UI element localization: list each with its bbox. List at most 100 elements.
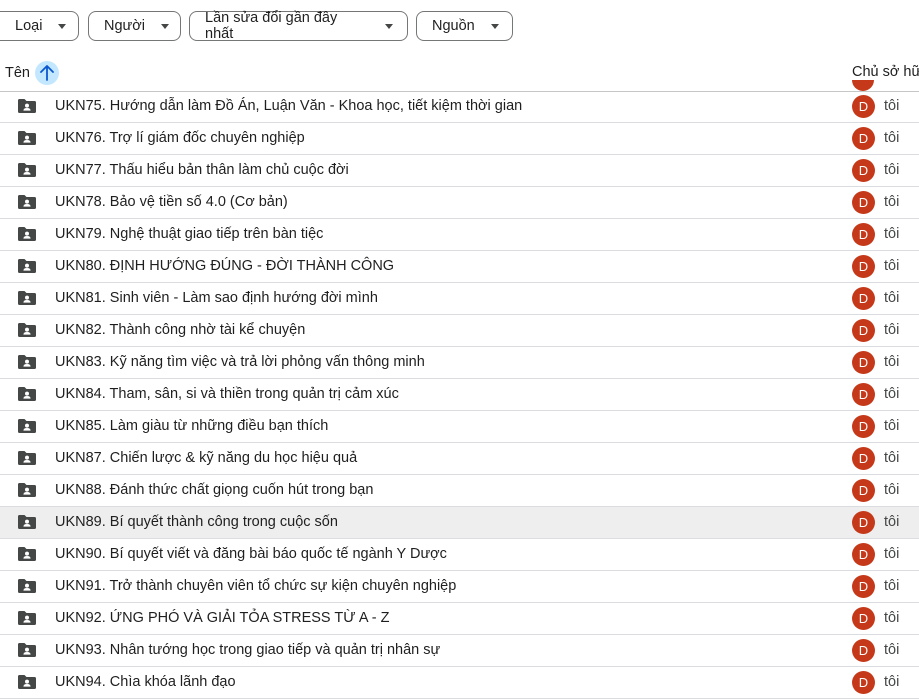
owner-name: tôi (884, 482, 900, 498)
file-name: UKN93. Nhân tướng học trong giao tiếp và… (55, 642, 441, 658)
name-column-label: Tên (5, 64, 30, 81)
shared-folder-icon (18, 451, 36, 465)
shared-folder-icon (18, 131, 36, 145)
file-name: UKN75. Hướng dẫn làm Đồ Án, Luận Văn - K… (55, 98, 523, 114)
shared-folder-icon (18, 99, 36, 113)
owner-name: tôi (884, 610, 900, 626)
owner-avatar: D (852, 543, 875, 566)
owner-name: tôi (884, 162, 900, 178)
file-row[interactable]: UKN90. Bí quyết viết và đăng bài báo quố… (0, 539, 919, 571)
shared-folder-icon (18, 675, 36, 689)
shared-folder-icon (18, 259, 36, 273)
shared-folder-icon (18, 611, 36, 625)
file-row[interactable]: UKN87. Chiến lược & kỹ năng du học hiệu … (0, 443, 919, 475)
file-name: UKN89. Bí quyết thành công trong cuộc số… (55, 514, 338, 530)
shared-folder-icon (18, 515, 36, 529)
owner-avatar: D (852, 319, 875, 342)
shared-folder-icon (18, 163, 36, 177)
file-name: UKN82. Thành công nhờ tài kể chuyện (55, 322, 306, 338)
file-row[interactable]: UKN80. ĐỊNH HƯỚNG ĐÚNG - ĐỜI THÀNH CÔNG … (0, 251, 919, 283)
filter-source-label: Nguồn (432, 18, 475, 34)
file-row[interactable]: UKN91. Trở thành chuyên viên tổ chức sự … (0, 571, 919, 603)
file-row[interactable]: UKN81. Sinh viên - Làm sao định hướng đờ… (0, 283, 919, 315)
owner-avatar: D (852, 639, 875, 662)
filter-type-chip[interactable]: Loại (0, 11, 79, 41)
owner-avatar: D (852, 255, 875, 278)
shared-folder-icon (18, 387, 36, 401)
file-name: UKN79. Nghệ thuật giao tiếp trên bàn tiệ… (55, 226, 324, 242)
owner-name: tôi (884, 450, 900, 466)
file-name: UKN81. Sinh viên - Làm sao định hướng đờ… (55, 290, 378, 306)
owner-name: tôi (884, 130, 900, 146)
file-row[interactable]: UKN94. Chìa khóa lãnh đạo D tôi (0, 667, 919, 699)
owner-name: tôi (884, 578, 900, 594)
file-row[interactable]: UKN84. Tham, sân, si và thiền trong quản… (0, 379, 919, 411)
shared-folder-icon (18, 419, 36, 433)
owner-avatar: D (852, 95, 875, 118)
filter-people-chip[interactable]: Người (88, 11, 181, 41)
sort-button[interactable] (35, 60, 59, 85)
filter-bar: Loại Người Lần sửa đổi gần đây nhất Nguồ… (0, 0, 919, 54)
owner-avatar: D (852, 383, 875, 406)
shared-folder-icon (18, 483, 36, 497)
owner-name: tôi (884, 514, 900, 530)
owner-name: tôi (884, 386, 900, 402)
file-name: UKN84. Tham, sân, si và thiền trong quản… (55, 386, 399, 402)
owner-avatar: D (852, 447, 875, 470)
file-name: UKN77. Thấu hiểu bản thân làm chủ cuộc đ… (55, 162, 349, 178)
file-row[interactable]: UKN75. Hướng dẫn làm Đồ Án, Luận Văn - K… (0, 91, 919, 123)
file-row[interactable]: UKN85. Làm giàu từ những điều bạn thích … (0, 411, 919, 443)
file-name: UKN91. Trở thành chuyên viên tổ chức sự … (55, 578, 457, 594)
avatar-scrolled-edge (852, 80, 874, 91)
dropdown-caret-icon (385, 23, 393, 29)
owner-name: tôi (884, 418, 900, 434)
arrow-up-icon (40, 64, 54, 81)
owner-avatar: D (852, 127, 875, 150)
file-row[interactable]: UKN77. Thấu hiểu bản thân làm chủ cuộc đ… (0, 155, 919, 187)
file-name: UKN80. ĐỊNH HƯỚNG ĐÚNG - ĐỜI THÀNH CÔNG (55, 258, 395, 274)
file-row[interactable]: UKN88. Đánh thức chất giọng cuốn hút tro… (0, 475, 919, 507)
filter-people-label: Người (104, 18, 145, 34)
file-name: UKN87. Chiến lược & kỹ năng du học hiệu … (55, 450, 358, 466)
filter-type-label: Loại (15, 18, 43, 34)
file-row[interactable]: UKN93. Nhân tướng học trong giao tiếp và… (0, 635, 919, 667)
owner-name: tôi (884, 354, 900, 370)
file-row[interactable]: UKN76. Trợ lí giám đốc chuyên nghiệp D t… (0, 123, 919, 155)
owner-name: tôi (884, 674, 900, 690)
shared-folder-icon (18, 355, 36, 369)
owner-avatar: D (852, 351, 875, 374)
file-row[interactable]: UKN83. Kỹ năng tìm việc và trả lời phỏng… (0, 347, 919, 379)
dropdown-caret-icon (58, 23, 67, 29)
dropdown-caret-icon (490, 23, 499, 29)
filter-modified-chip[interactable]: Lần sửa đổi gần đây nhất (189, 10, 408, 42)
file-row[interactable]: UKN92. ỨNG PHÓ VÀ GIẢI TỎA STRESS TỪ A -… (0, 603, 919, 635)
owner-avatar: D (852, 223, 875, 246)
owner-avatar: D (852, 415, 875, 438)
file-list: UKN75. Hướng dẫn làm Đồ Án, Luận Văn - K… (0, 91, 919, 699)
owner-avatar: D (852, 511, 875, 534)
owner-name: tôi (884, 194, 900, 210)
file-name: UKN76. Trợ lí giám đốc chuyên nghiệp (55, 130, 305, 146)
name-column-header[interactable]: Tên (5, 54, 59, 91)
owner-name: tôi (884, 546, 900, 562)
filter-modified-label: Lần sửa đổi gần đây nhất (205, 10, 338, 42)
file-row[interactable]: UKN82. Thành công nhờ tài kể chuyện D tô… (0, 315, 919, 347)
shared-folder-icon (18, 195, 36, 209)
file-row[interactable]: UKN78. Bảo vệ tiền số 4.0 (Cơ bản) D tôi (0, 187, 919, 219)
file-row[interactable]: UKN89. Bí quyết thành công trong cuộc số… (0, 507, 919, 539)
shared-folder-icon (18, 579, 36, 593)
dropdown-caret-icon (160, 23, 169, 29)
owner-name: tôi (884, 642, 900, 658)
file-name: UKN78. Bảo vệ tiền số 4.0 (Cơ bản) (55, 194, 288, 210)
file-name: UKN90. Bí quyết viết và đăng bài báo quố… (55, 546, 447, 562)
shared-folder-icon (18, 291, 36, 305)
filter-source-chip[interactable]: Nguồn (416, 11, 513, 41)
shared-folder-icon (18, 227, 36, 241)
file-name: UKN94. Chìa khóa lãnh đạo (55, 674, 236, 690)
owner-name: tôi (884, 322, 900, 338)
shared-folder-icon (18, 323, 36, 337)
owner-avatar: D (852, 191, 875, 214)
file-row[interactable]: UKN79. Nghệ thuật giao tiếp trên bàn tiệ… (0, 219, 919, 251)
file-name: UKN85. Làm giàu từ những điều bạn thích (55, 418, 329, 434)
owner-avatar: D (852, 479, 875, 502)
